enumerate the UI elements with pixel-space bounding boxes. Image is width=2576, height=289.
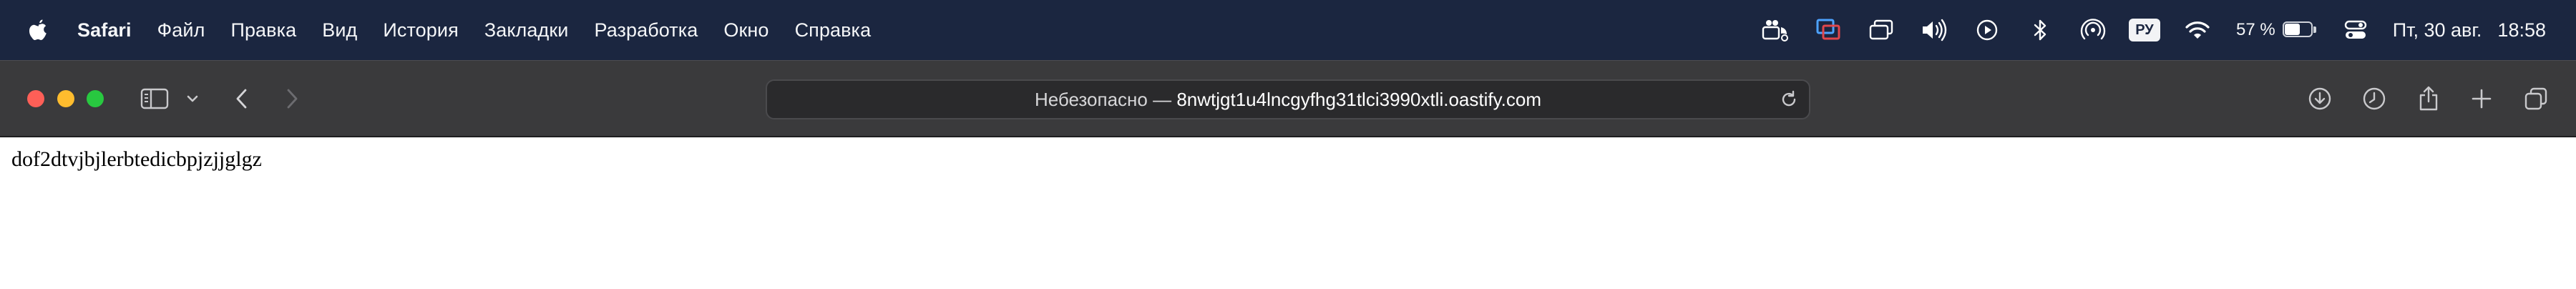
menu-develop[interactable]: Разработка xyxy=(581,0,711,60)
menu-bookmarks[interactable]: Закладки xyxy=(472,0,582,60)
window-close-button[interactable] xyxy=(27,90,44,107)
chevron-left-icon xyxy=(236,89,247,109)
window-icon[interactable] xyxy=(1865,16,1897,44)
tab-overview-button[interactable] xyxy=(2522,82,2550,115)
window-minimize-button[interactable] xyxy=(57,90,74,107)
status-area: РУ 57 % Пт, 30 авг. 18:58 xyxy=(1738,0,2576,60)
share-icon xyxy=(2419,86,2438,111)
play-icon[interactable] xyxy=(1971,16,2003,44)
chevron-down-icon xyxy=(187,95,198,102)
sidebar-icon xyxy=(140,88,169,109)
download-icon xyxy=(2308,87,2331,110)
volume-icon[interactable] xyxy=(1918,16,1950,44)
browser-toolbar: Небезопасно — 8nwtjgt1u4lncgyfhg31tlci39… xyxy=(0,60,2576,137)
menu-window[interactable]: Окно xyxy=(711,0,781,60)
sidebar-menu-button[interactable] xyxy=(182,82,203,115)
new-tab-icon xyxy=(2472,89,2492,109)
menu-bar: Safari Файл Правка Вид История Закладки … xyxy=(0,0,2576,60)
address-text[interactable]: Небезопасно — 8nwtjgt1u4lncgyfhg31tlci39… xyxy=(767,81,1809,118)
input-language-badge[interactable]: РУ xyxy=(2128,19,2160,41)
stage-manager-icon[interactable] xyxy=(1760,16,1791,44)
tab-overview-icon xyxy=(2524,87,2547,110)
forward-button[interactable] xyxy=(280,82,303,115)
menu-file[interactable]: Файл xyxy=(145,0,218,60)
menu-history[interactable]: История xyxy=(370,0,471,60)
share-button[interactable] xyxy=(2414,82,2443,115)
battery-icon[interactable] xyxy=(2282,21,2318,39)
page-body-text: dof2dtvjbjlerbtedicbpjzjjglgz xyxy=(11,147,262,171)
reload-icon[interactable] xyxy=(1779,89,1799,109)
new-tab-button[interactable] xyxy=(2467,82,2496,115)
menu-edit[interactable]: Правка xyxy=(218,0,309,60)
menu-time[interactable]: 18:58 xyxy=(2497,19,2546,41)
downloads-button[interactable] xyxy=(2306,82,2334,115)
battery-tip xyxy=(2313,26,2316,33)
menu-help[interactable]: Справка xyxy=(782,0,884,60)
bluetooth-icon[interactable] xyxy=(2024,16,2056,44)
address-host: 8nwtjgt1u4lncgyfhg31tlci3990xtli.oastify… xyxy=(1176,89,1542,110)
control-center-icon[interactable] xyxy=(2340,16,2371,44)
sidebar-toggle-button[interactable] xyxy=(137,82,172,115)
wifi-icon[interactable] xyxy=(2182,16,2213,44)
address-bar[interactable]: Небезопасно — 8nwtjgt1u4lncgyfhg31tlci39… xyxy=(766,79,1810,119)
menu-view[interactable]: Вид xyxy=(309,0,370,60)
chevron-right-icon xyxy=(287,89,298,109)
menu-bar-left: Safari Файл Правка Вид История Закладки … xyxy=(0,0,884,60)
battery-percent[interactable]: 57 % xyxy=(2236,20,2275,40)
back-button[interactable] xyxy=(230,82,253,115)
history-button[interactable] xyxy=(2360,82,2389,115)
battery-level-fill xyxy=(2284,24,2300,35)
screen-share-icon[interactable] xyxy=(1813,16,1844,44)
apple-logo-icon[interactable] xyxy=(27,17,50,43)
history-icon xyxy=(2363,87,2386,110)
menu-date[interactable]: Пт, 30 авг. xyxy=(2393,19,2482,41)
menu-app-name[interactable]: Safari xyxy=(70,0,145,60)
security-label: Небезопасно — xyxy=(1034,89,1172,110)
page-content: dof2dtvjbjlerbtedicbpjzjjglgz xyxy=(0,137,2576,289)
airdrop-icon[interactable] xyxy=(2077,16,2109,44)
window-maximize-button[interactable] xyxy=(87,90,104,107)
